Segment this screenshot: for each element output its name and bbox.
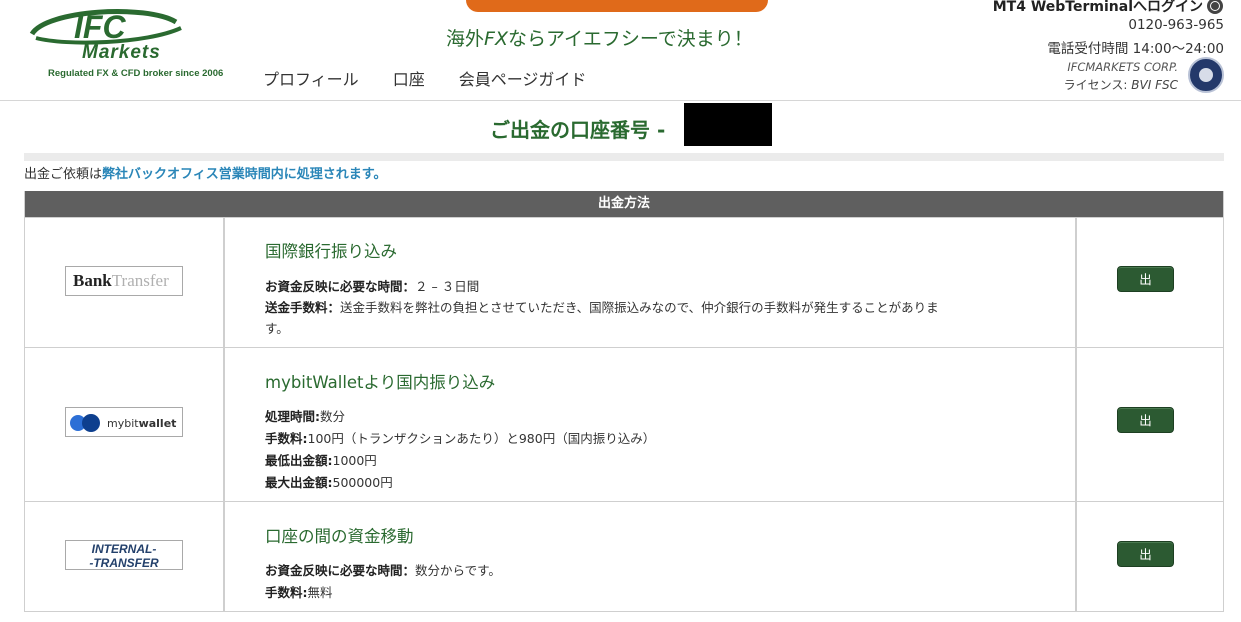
table-row: INTERNAL- -TRANSFER 口座の間の資金移動 お資金反映に必要な時間…	[25, 501, 1223, 611]
ifc-markets-logo[interactable]: IFC Markets Regulated FX & CFD broker si…	[24, 4, 223, 79]
method-action-cell: 出	[1077, 218, 1223, 347]
regulator-seal-icon	[1188, 57, 1224, 93]
table-row: mybitwallet mybitWalletより国内振り込み 処理時間:数分 …	[25, 347, 1223, 501]
method-action-cell: 出	[1077, 502, 1223, 611]
method-logo-cell: mybitwallet	[25, 348, 225, 501]
login-label: MT4 WebTerminalへログイン	[992, 0, 1203, 15]
method-info-cell: 国際銀行振り込み お資金反映に必要な時間：２ – ３日間 送金手数料：送金手数料…	[225, 218, 1077, 347]
phone-number: 0120-963-965	[1128, 17, 1224, 33]
header-tagline: 海外FXならアイエフシーで決まり！	[446, 28, 753, 50]
method-detail: お資金反映に必要な時間：数分からです。	[265, 563, 501, 578]
site-header: IFC Markets Regulated FX & CFD broker si…	[0, 0, 1241, 101]
method-detail: 手数料:100円（トランザクションあたり）と980円（国内振り込み）	[265, 431, 656, 446]
method-detail: 手数料:無料	[265, 585, 333, 600]
method-action-cell: 出	[1077, 348, 1223, 501]
table-header: 出金方法	[25, 191, 1223, 217]
method-title: 国際銀行振り込み	[265, 242, 397, 261]
withdrawal-methods-table: 出金方法 BankTransfer 国際銀行振り込み お資金反映に必要な時間：２…	[24, 191, 1224, 612]
redacted-account-number	[684, 103, 772, 146]
nav-item-profile[interactable]: プロフィール	[263, 66, 359, 90]
method-detail: 処理時間:数分	[265, 409, 346, 424]
main-nav: プロフィール 口座 会員ページガイド	[263, 66, 586, 90]
method-info-cell: 口座の間の資金移動 お資金反映に必要な時間：数分からです。 手数料:無料	[225, 502, 1077, 611]
withdraw-mybitwallet-button[interactable]: 出	[1117, 407, 1174, 433]
nav-item-account[interactable]: 口座	[393, 66, 425, 90]
mybitwallet-logo: mybitwallet	[65, 407, 183, 437]
withdraw-internal-transfer-button[interactable]: 出	[1117, 541, 1174, 567]
method-title: 口座の間の資金移動	[265, 527, 414, 546]
corp-name: IFCMARKETS CORP.	[1067, 60, 1178, 74]
logo-tagline: Regulated FX & CFD broker since 2006	[48, 68, 224, 79]
mt4-login-link[interactable]: MT4 WebTerminalへログイン	[993, 0, 1223, 16]
globe-icon	[1207, 0, 1223, 14]
license-info: ライセンス: BVI FSC	[1063, 78, 1178, 92]
withdraw-bank-transfer-button[interactable]: 出	[1117, 266, 1174, 292]
method-detail: 最大出金額:500000円	[265, 475, 393, 490]
method-detail: 送金手数料：送金手数料を弊社の負担とさせていただき、国際振込みなので、仲介銀行の…	[265, 300, 939, 315]
promo-tab[interactable]	[466, 0, 768, 12]
bank-transfer-logo: BankTransfer	[65, 266, 183, 296]
method-title: mybitWalletより国内振り込み	[265, 373, 496, 392]
method-logo-cell: BankTransfer	[25, 218, 225, 347]
nav-item-member-guide[interactable]: 会員ページガイド	[459, 66, 587, 90]
processing-notice: 出金ご依頼は弊社バックオフィス営業時間内に処理されます。	[24, 167, 387, 182]
mybitwallet-icon	[70, 413, 102, 433]
logo-ifc-text: IFC	[74, 9, 126, 45]
method-info-cell: mybitWalletより国内振り込み 処理時間:数分 手数料:100円（トラン…	[225, 348, 1077, 501]
table-row: BankTransfer 国際銀行振り込み お資金反映に必要な時間：２ – ３日…	[25, 217, 1223, 347]
page-title: ご出金の口座番号 -	[490, 118, 666, 142]
logo-markets-text: Markets	[82, 42, 161, 63]
method-detail: す。	[265, 321, 289, 336]
method-detail: 最低出金額:1000円	[265, 453, 377, 468]
method-detail: お資金反映に必要な時間：２ – ３日間	[265, 279, 480, 294]
divider-strip	[24, 153, 1224, 161]
internal-transfer-logo: INTERNAL- -TRANSFER	[65, 540, 183, 570]
method-logo-cell: INTERNAL- -TRANSFER	[25, 502, 225, 611]
business-hours: 電話受付時間 14:00〜24:00	[1047, 41, 1224, 57]
